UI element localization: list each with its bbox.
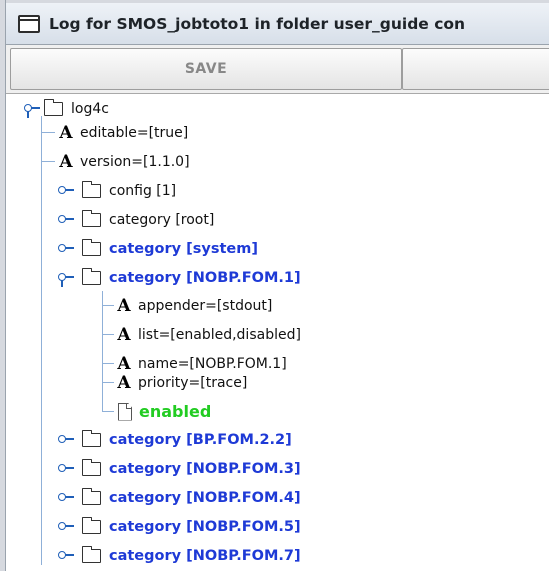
tree-node-label: category [system] bbox=[109, 240, 258, 257]
tree-line bbox=[102, 363, 114, 364]
attribute-icon: A bbox=[117, 324, 131, 345]
title-bar[interactable]: Log for SMOS_jobtoto1 in folder user_gui… bbox=[6, 3, 549, 45]
tree-node-label: version=[1.1.0] bbox=[80, 153, 190, 170]
expand-handle-icon[interactable] bbox=[58, 550, 74, 560]
tree-node-folder[interactable]: category [NOBP.FOM.7] bbox=[58, 541, 301, 570]
tree-node-label: category [NOBP.FOM.7] bbox=[109, 547, 301, 564]
tree-node-label: category [BP.FOM.2.2] bbox=[109, 431, 292, 448]
tree-node-label: category [root] bbox=[109, 211, 215, 228]
expand-handle-icon[interactable] bbox=[58, 492, 74, 502]
tree-node-document[interactable]: enabled bbox=[118, 397, 211, 426]
expand-handle-icon[interactable] bbox=[58, 243, 74, 253]
folder-icon bbox=[81, 238, 101, 256]
tree-node-label: log4c bbox=[71, 100, 109, 117]
tree-node-attribute[interactable]: A appender=[stdout] bbox=[116, 291, 272, 320]
tree-node-attribute[interactable]: A editable=[true] bbox=[58, 118, 188, 147]
attribute-icon: A bbox=[117, 295, 131, 316]
tree-line bbox=[41, 161, 55, 162]
tree-node-label: category [NOBP.FOM.4] bbox=[109, 489, 301, 506]
tree-node-label: editable=[true] bbox=[80, 124, 189, 141]
folder-icon bbox=[81, 429, 101, 447]
tree-node-label: category [NOBP.FOM.3] bbox=[109, 460, 301, 477]
window-title: Log for SMOS_jobtoto1 in folder user_gui… bbox=[49, 14, 466, 33]
tree-line bbox=[41, 132, 55, 133]
tree-line bbox=[102, 382, 114, 383]
tree-node-label: config [1] bbox=[109, 182, 177, 199]
folder-icon bbox=[81, 209, 101, 227]
attribute-icon: A bbox=[59, 151, 73, 172]
tree-node-folder[interactable]: category [BP.FOM.2.2] bbox=[58, 425, 292, 454]
save-button[interactable]: SAVE bbox=[10, 48, 402, 90]
expand-handle-icon[interactable] bbox=[58, 521, 74, 531]
folder-icon bbox=[43, 98, 63, 116]
folder-icon bbox=[81, 487, 101, 505]
tree-node-folder[interactable]: category [system] bbox=[58, 234, 258, 263]
expand-handle-icon[interactable] bbox=[24, 103, 40, 118]
tree-node-folder[interactable]: category [root] bbox=[58, 205, 214, 234]
tree-node-folder[interactable]: category [NOBP.FOM.1] bbox=[58, 263, 301, 292]
folder-icon bbox=[81, 458, 101, 476]
tree-node-label: category [NOBP.FOM.1] bbox=[109, 269, 301, 286]
tree-node-label: enabled bbox=[139, 402, 212, 421]
tree-node-folder[interactable]: category [NOBP.FOM.4] bbox=[58, 483, 301, 512]
document-icon bbox=[118, 402, 132, 421]
attribute-icon: A bbox=[59, 122, 73, 143]
toolbar-button-2[interactable] bbox=[402, 48, 549, 90]
tree-node-label: appender=[stdout] bbox=[138, 297, 273, 314]
expand-handle-icon[interactable] bbox=[58, 185, 74, 195]
expand-handle-icon[interactable] bbox=[58, 434, 74, 444]
folder-icon bbox=[81, 180, 101, 198]
tree-node-attribute[interactable]: A list=[enabled,disabled] bbox=[116, 320, 301, 349]
tree-node-label: priority=[trace] bbox=[138, 374, 248, 391]
tree-line bbox=[41, 116, 42, 565]
folder-icon bbox=[81, 516, 101, 534]
tree-node-attribute[interactable]: A version=[1.1.0] bbox=[58, 147, 190, 176]
tree-line bbox=[102, 291, 103, 411]
tree-line bbox=[102, 411, 114, 412]
expand-handle-icon[interactable] bbox=[58, 463, 74, 473]
tree-node-label: category [NOBP.FOM.5] bbox=[109, 518, 301, 535]
tree-node-folder[interactable]: category [NOBP.FOM.3] bbox=[58, 454, 301, 483]
folder-icon bbox=[81, 267, 101, 285]
tree-node-folder[interactable]: category [NOBP.FOM.5] bbox=[58, 512, 301, 541]
tree-node-folder[interactable]: config [1] bbox=[58, 176, 176, 205]
tree-node-label: list=[enabled,disabled] bbox=[138, 326, 301, 343]
button-bar: SAVE bbox=[6, 45, 549, 94]
tree-line bbox=[102, 305, 114, 306]
tree-node-attribute[interactable]: A priority=[trace] bbox=[116, 368, 247, 397]
folder-icon bbox=[81, 545, 101, 563]
window-icon bbox=[18, 14, 40, 33]
log-tree[interactable]: log4c A editable=[true] A version=[1.1.0… bbox=[6, 94, 549, 571]
expand-handle-icon[interactable] bbox=[58, 214, 74, 224]
expand-handle-icon[interactable] bbox=[58, 272, 74, 287]
attribute-icon: A bbox=[117, 372, 131, 393]
tree-line bbox=[102, 334, 114, 335]
